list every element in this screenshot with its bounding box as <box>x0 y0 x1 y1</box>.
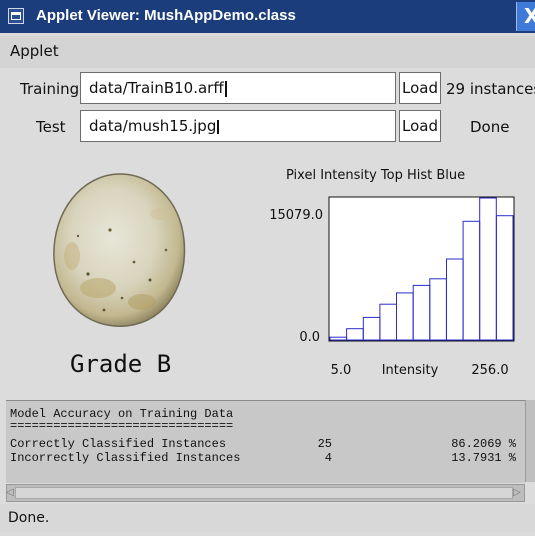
title-bar[interactable]: Applet Viewer: MushAppDemo.class X <box>0 0 535 33</box>
window-menu-icon[interactable] <box>8 8 24 24</box>
test-file-value: data/mush15.jpg <box>89 117 217 135</box>
status-text: Done. <box>8 510 50 526</box>
vertical-scrollbar[interactable] <box>525 400 535 482</box>
mushroom-image <box>53 173 186 327</box>
menu-bar <box>0 36 535 68</box>
histogram-bar <box>479 197 497 341</box>
output-row-count: 25 <box>317 437 332 451</box>
test-load-button[interactable]: Load <box>399 110 441 142</box>
histogram-bar <box>396 292 414 341</box>
x-axis-label: Intensity <box>382 363 439 378</box>
x-min-label: 5.0 <box>331 363 352 378</box>
training-file-value: data/TrainB10.arff <box>89 79 224 97</box>
output-row-label: Incorrectly Classified Instances <box>10 451 241 465</box>
output-row-label: Correctly Classified Instances <box>10 437 227 451</box>
histogram-bar <box>329 336 348 341</box>
grade-result: Grade B <box>70 350 172 378</box>
scroll-left-icon[interactable]: ◁ <box>6 487 14 498</box>
output-rule: =============================== <box>10 419 234 433</box>
scrollbar-thumb[interactable] <box>15 487 513 499</box>
y-min-label: 0.0 <box>299 330 320 345</box>
output-row-pct: 86.2069 % <box>451 437 516 451</box>
chart-title: Pixel Intensity Top Hist Blue <box>286 168 466 183</box>
applet-window: Applet Viewer: MushAppDemo.class X Apple… <box>0 0 535 536</box>
histogram-bar <box>346 328 364 341</box>
horizontal-scrollbar[interactable]: ◁ ▷ <box>6 484 525 502</box>
histogram-bar <box>495 215 514 341</box>
training-file-field[interactable]: data/TrainB10.arff <box>80 72 396 104</box>
training-load-button[interactable]: Load <box>399 72 441 104</box>
x-max-label: 256.0 <box>471 363 508 378</box>
histogram-bars <box>329 197 514 341</box>
test-status: Done <box>470 118 510 136</box>
training-label: Training <box>20 80 80 98</box>
close-icon: X <box>524 4 535 28</box>
chart-plot-area <box>328 196 515 342</box>
status-bar <box>0 504 535 532</box>
training-status: 29 instances <box>446 80 535 98</box>
text-caret <box>217 119 220 134</box>
histogram-bar <box>379 303 397 341</box>
histogram-bar <box>446 258 464 341</box>
test-label: Test <box>36 118 66 136</box>
output-row-count: 4 <box>324 451 332 465</box>
text-caret <box>224 80 227 97</box>
test-file-field[interactable]: data/mush15.jpg <box>80 110 396 142</box>
window-title: Applet Viewer: MushAppDemo.class <box>36 7 296 24</box>
histogram-bar <box>362 316 381 341</box>
y-max-label: 15079.0 <box>269 208 323 223</box>
scroll-right-icon[interactable]: ▷ <box>513 487 521 498</box>
output-row-pct: 13.7931 % <box>451 451 516 465</box>
histogram-bar <box>412 284 431 341</box>
close-button[interactable]: X <box>516 2 535 31</box>
histogram-bar <box>462 220 481 341</box>
histogram-bar <box>429 278 447 341</box>
output-textarea[interactable]: Model Accuracy on Training Data ========… <box>6 400 525 483</box>
menu-applet[interactable]: Applet <box>10 42 59 60</box>
